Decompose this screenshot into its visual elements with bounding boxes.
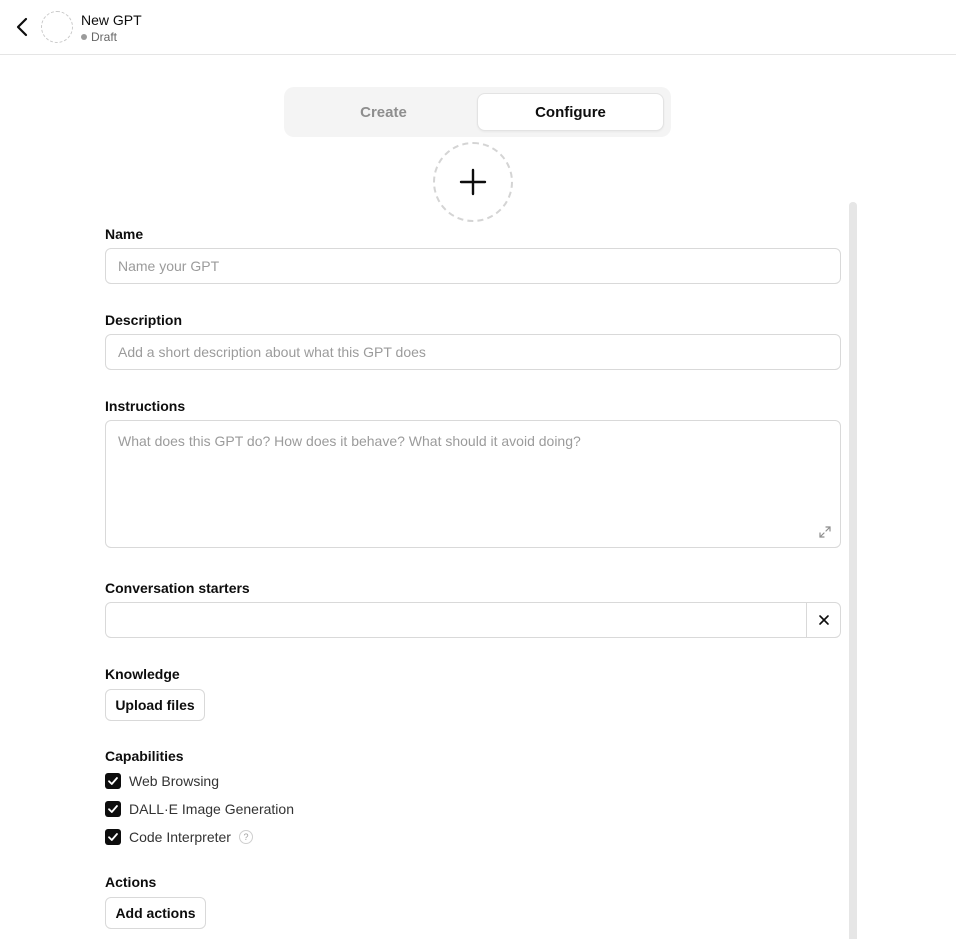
- web-browsing-label: Web Browsing: [129, 773, 220, 789]
- capability-code-interpreter: Code Interpreter ?: [105, 828, 253, 846]
- gpt-avatar: [41, 11, 73, 43]
- web-browsing-checkbox[interactable]: [105, 773, 121, 789]
- conversation-starter-row: [105, 602, 841, 638]
- description-label: Description: [105, 312, 183, 328]
- checkmark-icon: [108, 833, 118, 841]
- capability-dalle: DALL·E Image Generation: [105, 800, 294, 818]
- close-icon: [818, 615, 829, 625]
- dalle-checkbox[interactable]: [105, 801, 121, 817]
- top-header: New GPT Draft: [0, 0, 956, 55]
- expand-icon[interactable]: [818, 525, 832, 539]
- gpt-status: Draft: [81, 30, 117, 44]
- conversation-starters-label: Conversation starters: [105, 580, 250, 596]
- mode-tabs: Create Configure: [284, 87, 671, 137]
- code-interpreter-checkbox[interactable]: [105, 829, 121, 845]
- gpt-name: New GPT: [81, 12, 142, 28]
- chevron-left-icon: [16, 17, 28, 37]
- conversation-starter-input[interactable]: [106, 603, 806, 637]
- capabilities-label: Capabilities: [105, 748, 184, 764]
- tab-configure[interactable]: Configure: [477, 93, 664, 131]
- knowledge-label: Knowledge: [105, 666, 180, 682]
- upload-files-button[interactable]: Upload files: [105, 689, 205, 721]
- capability-web-browsing: Web Browsing: [105, 772, 219, 790]
- avatar-upload-button[interactable]: [433, 142, 513, 222]
- checkmark-icon: [108, 777, 118, 785]
- code-interpreter-label: Code Interpreter: [129, 829, 231, 845]
- scrollbar-thumb[interactable]: [849, 202, 857, 939]
- plus-icon: [459, 168, 487, 196]
- name-label: Name: [105, 226, 144, 242]
- status-text: Draft: [91, 30, 118, 44]
- dalle-label: DALL·E Image Generation: [129, 801, 294, 817]
- status-dot: [81, 34, 87, 40]
- back-button[interactable]: [10, 14, 34, 40]
- instructions-label: Instructions: [105, 398, 186, 414]
- actions-label: Actions: [105, 874, 157, 890]
- description-input[interactable]: [105, 334, 841, 370]
- tab-create[interactable]: Create: [290, 93, 477, 131]
- conversation-starter-clear-button[interactable]: [806, 603, 840, 637]
- instructions-textarea[interactable]: [105, 420, 841, 548]
- question-circle-icon[interactable]: ?: [238, 830, 253, 844]
- checkmark-icon: [108, 805, 118, 813]
- name-input[interactable]: [105, 248, 841, 284]
- add-actions-button[interactable]: Add actions: [105, 897, 206, 929]
